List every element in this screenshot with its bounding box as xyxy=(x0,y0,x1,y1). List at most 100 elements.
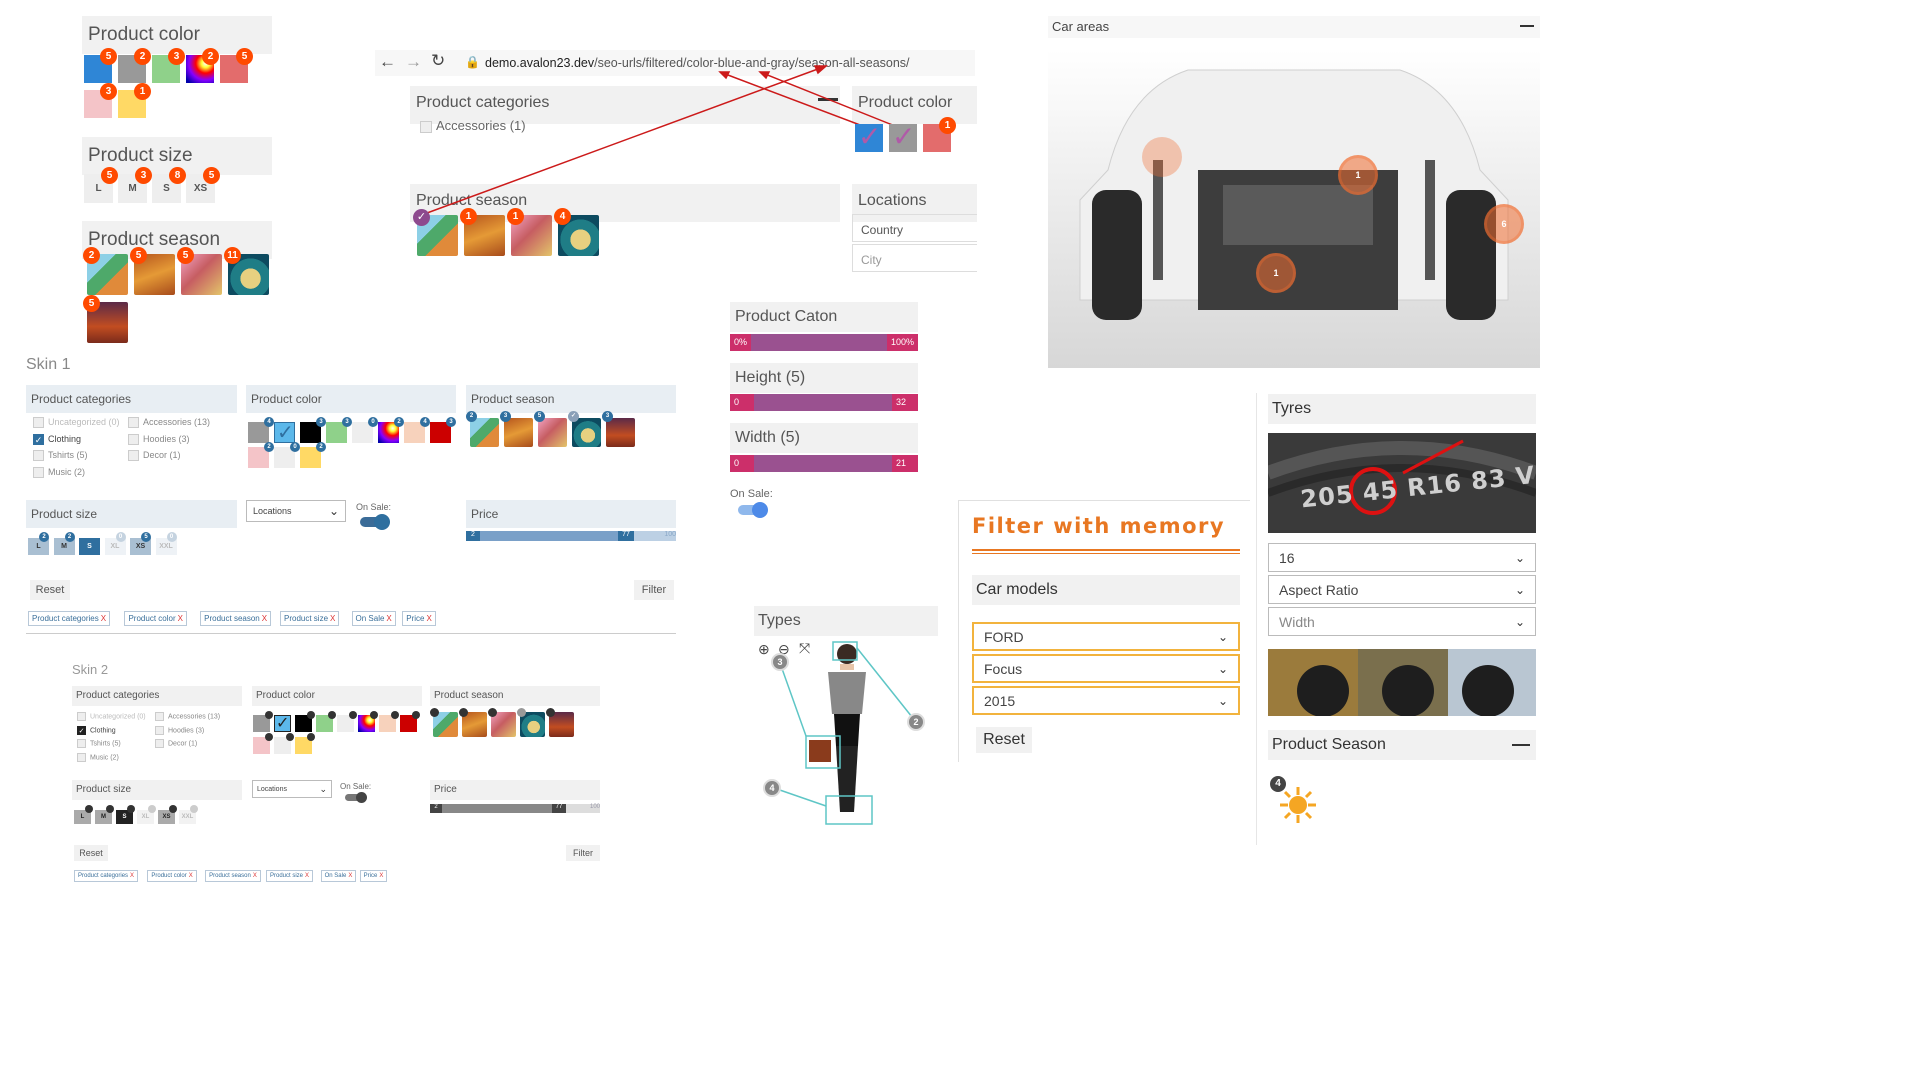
color-swatch[interactable] xyxy=(400,711,420,732)
skin2-price-slider[interactable]: 2 77 100 xyxy=(430,804,600,813)
season-image[interactable]: ✓ xyxy=(568,411,601,447)
color-swatch[interactable]: 2 xyxy=(248,442,274,468)
category-item[interactable]: Hoodies (3) xyxy=(128,434,190,445)
caton-slider[interactable]: 0% 100% xyxy=(730,334,918,351)
skin1-onsale-toggle[interactable] xyxy=(360,514,390,530)
color-swatch[interactable]: 3 xyxy=(300,417,326,443)
color-swatch[interactable]: 2 xyxy=(186,48,219,83)
checkbox[interactable] xyxy=(155,739,164,748)
color-swatch[interactable] xyxy=(337,711,357,732)
checkbox[interactable] xyxy=(33,417,44,429)
category-item[interactable]: Uncategorized (0) xyxy=(33,417,120,429)
close-icon[interactable]: X xyxy=(305,873,309,879)
active-filter-chip[interactable]: Price X xyxy=(402,611,436,626)
slider-max-handle[interactable]: 77 xyxy=(552,804,566,813)
model-select[interactable]: Focus ⌄ xyxy=(972,654,1240,683)
close-icon[interactable]: X xyxy=(426,614,431,623)
size-tile[interactable]: XS 5 xyxy=(186,167,220,203)
category-item[interactable]: Tshirts (5) xyxy=(77,739,121,748)
color-swatch[interactable] xyxy=(253,711,273,732)
category-item[interactable]: ✓ Clothing xyxy=(77,725,116,735)
height-slider[interactable]: 0 32 xyxy=(730,394,918,411)
season-image[interactable]: 2 xyxy=(466,411,499,447)
season-image[interactable]: 2 xyxy=(83,247,128,295)
size-tile[interactable]: L2 xyxy=(28,532,49,555)
car-hotspot-marker[interactable]: 1 xyxy=(1338,155,1378,195)
memory-reset-button[interactable]: Reset xyxy=(976,727,1032,753)
close-icon[interactable]: X xyxy=(189,873,193,879)
checkbox[interactable] xyxy=(155,712,164,721)
color-swatch[interactable] xyxy=(295,711,315,732)
active-filter-chip[interactable]: Product season X xyxy=(200,611,272,626)
color-swatch[interactable]: 2 xyxy=(300,442,326,468)
checkbox[interactable] xyxy=(77,752,86,762)
skin2-locations-select[interactable]: Locations ⌄ xyxy=(252,780,332,798)
season-image[interactable]: 5 xyxy=(130,247,175,295)
season-image[interactable]: 1 xyxy=(460,208,505,256)
active-filter-chip[interactable]: On Sale X xyxy=(351,611,396,626)
color-swatch[interactable]: ✓ xyxy=(855,121,883,152)
active-filter-chip[interactable]: Product size X xyxy=(266,870,314,882)
season-image[interactable]: 4 xyxy=(554,208,599,256)
color-swatch[interactable]: 0 xyxy=(352,417,378,443)
close-icon[interactable]: X xyxy=(101,614,106,623)
skin2-filter-button[interactable]: Filter xyxy=(566,845,600,861)
checkbox[interactable] xyxy=(155,725,164,735)
color-swatch[interactable]: 3 xyxy=(84,83,117,118)
color-swatch[interactable]: 3 xyxy=(326,417,352,443)
checkbox[interactable]: ✓ xyxy=(77,725,86,735)
checkbox[interactable] xyxy=(33,450,44,462)
season-image[interactable]: 3 xyxy=(500,411,533,447)
car-hotspot-marker[interactable] xyxy=(1142,137,1182,177)
season-image[interactable]: 3 xyxy=(602,411,635,447)
checkbox[interactable] xyxy=(128,417,139,429)
slider-min-handle[interactable]: 0 xyxy=(730,394,754,411)
color-swatch[interactable]: 1 xyxy=(923,117,956,152)
car-hotspot-marker[interactable]: 1 xyxy=(1256,253,1296,293)
onsale-toggle[interactable] xyxy=(738,502,768,518)
season-image[interactable] xyxy=(459,708,487,737)
season-image[interactable] xyxy=(430,708,458,737)
active-filter-chip[interactable]: Product color X xyxy=(147,870,197,882)
size-tile[interactable]: XXL 0 xyxy=(155,532,177,555)
size-tile[interactable]: XL xyxy=(137,805,156,824)
category-item[interactable]: Music (2) xyxy=(77,752,119,762)
season-image[interactable]: 11 xyxy=(224,247,269,295)
color-swatch[interactable]: 2 xyxy=(378,417,404,443)
slider-min-handle[interactable]: 2 xyxy=(466,531,480,541)
skin1-reset-button[interactable]: Reset xyxy=(30,580,70,600)
skin1-price-slider[interactable]: 2 77 100 xyxy=(466,531,676,541)
color-swatch[interactable]: 1 xyxy=(118,83,151,118)
size-tile[interactable]: S xyxy=(79,538,100,555)
category-item[interactable]: Accessories (13) xyxy=(155,712,220,721)
skin1-filter-button[interactable]: Filter xyxy=(634,580,674,600)
hotspot-marker[interactable]: 2 xyxy=(907,713,925,731)
slider-max-handle[interactable]: 21 xyxy=(892,455,918,472)
skin2-reset-button[interactable]: Reset xyxy=(74,845,108,861)
checkbox[interactable] xyxy=(77,712,86,721)
season-image[interactable]: 5 xyxy=(177,247,222,295)
color-swatch[interactable] xyxy=(316,711,336,732)
category-item[interactable]: Hoodies (3) xyxy=(155,725,204,735)
color-swatch[interactable]: ✓ xyxy=(274,422,295,444)
active-filter-chip[interactable]: Price X xyxy=(359,870,388,882)
size-tile[interactable]: M2 xyxy=(53,532,75,555)
size-tile[interactable]: XL 0 xyxy=(104,532,126,555)
size-tile[interactable]: XS 5 xyxy=(130,532,151,555)
season-image[interactable]: ✓ xyxy=(413,209,458,256)
skin2-onsale-toggle[interactable] xyxy=(345,792,367,803)
checkbox[interactable]: ✓ xyxy=(33,433,44,445)
category-item[interactable]: Decor (1) xyxy=(128,450,181,462)
close-icon[interactable]: X xyxy=(130,873,134,879)
checkbox[interactable] xyxy=(128,433,139,445)
slider-max-handle[interactable]: 77 xyxy=(618,531,634,541)
hotspot-marker[interactable]: 4 xyxy=(763,779,781,797)
checkbox[interactable] xyxy=(128,450,139,462)
collapse-icon[interactable] xyxy=(1512,744,1530,746)
active-filter-chip[interactable]: Product categories X xyxy=(28,611,111,626)
size-tile[interactable]: M xyxy=(95,805,114,824)
size-tile[interactable]: S8 xyxy=(152,167,186,203)
sun-icon[interactable]: 4 xyxy=(1270,776,1316,823)
aspect-ratio-select[interactable]: Aspect Ratio ⌄ xyxy=(1268,575,1536,604)
color-swatch[interactable]: 5 xyxy=(84,48,117,83)
